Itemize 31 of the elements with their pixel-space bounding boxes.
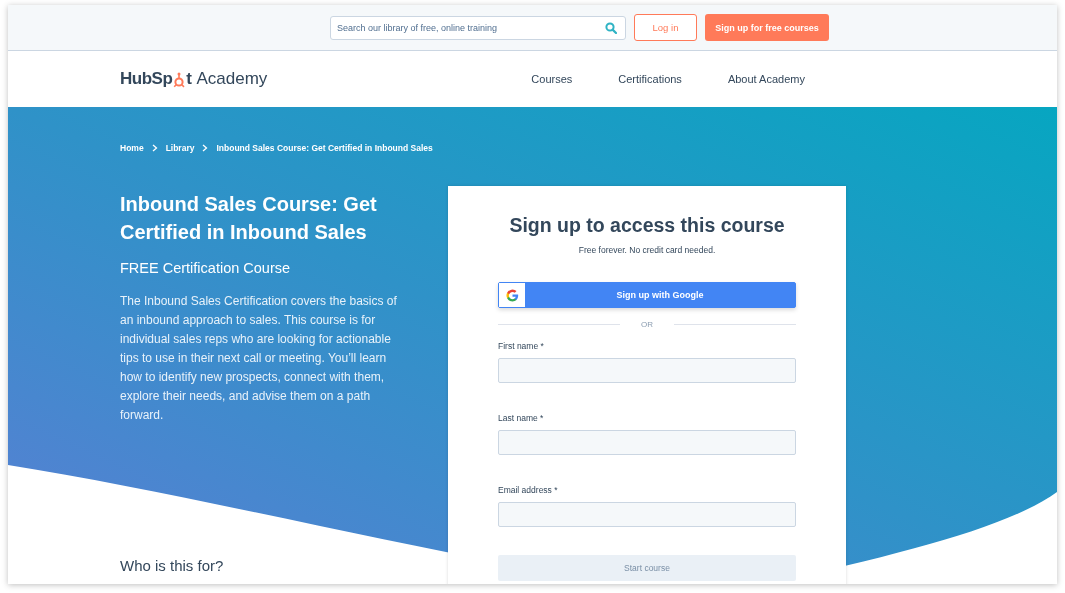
course-title: Inbound Sales Course: Get Certified in Inbound Sales <box>120 192 378 245</box>
course-description: The Inbound Sales Certification covers the basics of an inbound approach to sales. This course is for individual sales reps who are looking for actionable tips to use in their next call or meeting. You’ll learn how to identify new prospects, connect with them, explore their needs, and advise them on a path forward. <box>120 293 398 424</box>
sprocket-icon <box>172 72 187 88</box>
section-heading: Who is this for? <box>120 557 225 574</box>
input-field[interactable] <box>498 430 796 455</box>
nav-link[interactable]: About Academy <box>727 73 805 85</box>
google-signup-button[interactable]: Sign up with Google <box>498 282 796 308</box>
card-title: Sign up to access this course <box>508 214 786 237</box>
course-subtitle: FREE Certification Course <box>120 260 292 276</box>
input-field[interactable] <box>498 502 796 527</box>
google-icon <box>505 288 519 302</box>
signup-button[interactable]: Sign up for free courses <box>705 14 829 41</box>
logo-text[interactable]: HubSp <box>120 69 173 89</box>
field-label: Email address * <box>498 485 559 495</box>
search-icon <box>605 21 617 34</box>
input-field[interactable] <box>498 358 796 383</box>
chevron-icon <box>151 144 158 152</box>
search-field[interactable]: Search our library of free, online training <box>330 15 626 40</box>
breadcrumb-link[interactable]: Home <box>120 143 144 153</box>
nav-link[interactable]: Certifications <box>618 73 682 85</box>
nav-link[interactable]: Courses <box>531 73 573 85</box>
breadcrumb-link[interactable]: Library <box>165 143 195 153</box>
divider-text: OR <box>640 320 654 329</box>
login-button[interactable]: Log in <box>634 14 697 41</box>
card-subtitle: Free forever. No credit card needed. <box>577 245 717 255</box>
logo-text[interactable]: t <box>186 69 192 89</box>
field-label: First name * <box>498 341 545 351</box>
breadcrumb-link[interactable]: Inbound Sales Course: Get Certified in Inbound Sales <box>216 143 433 153</box>
chevron-icon <box>202 144 209 152</box>
field-label: Last name * <box>498 413 545 423</box>
logo-text[interactable]: Academy <box>196 69 268 89</box>
